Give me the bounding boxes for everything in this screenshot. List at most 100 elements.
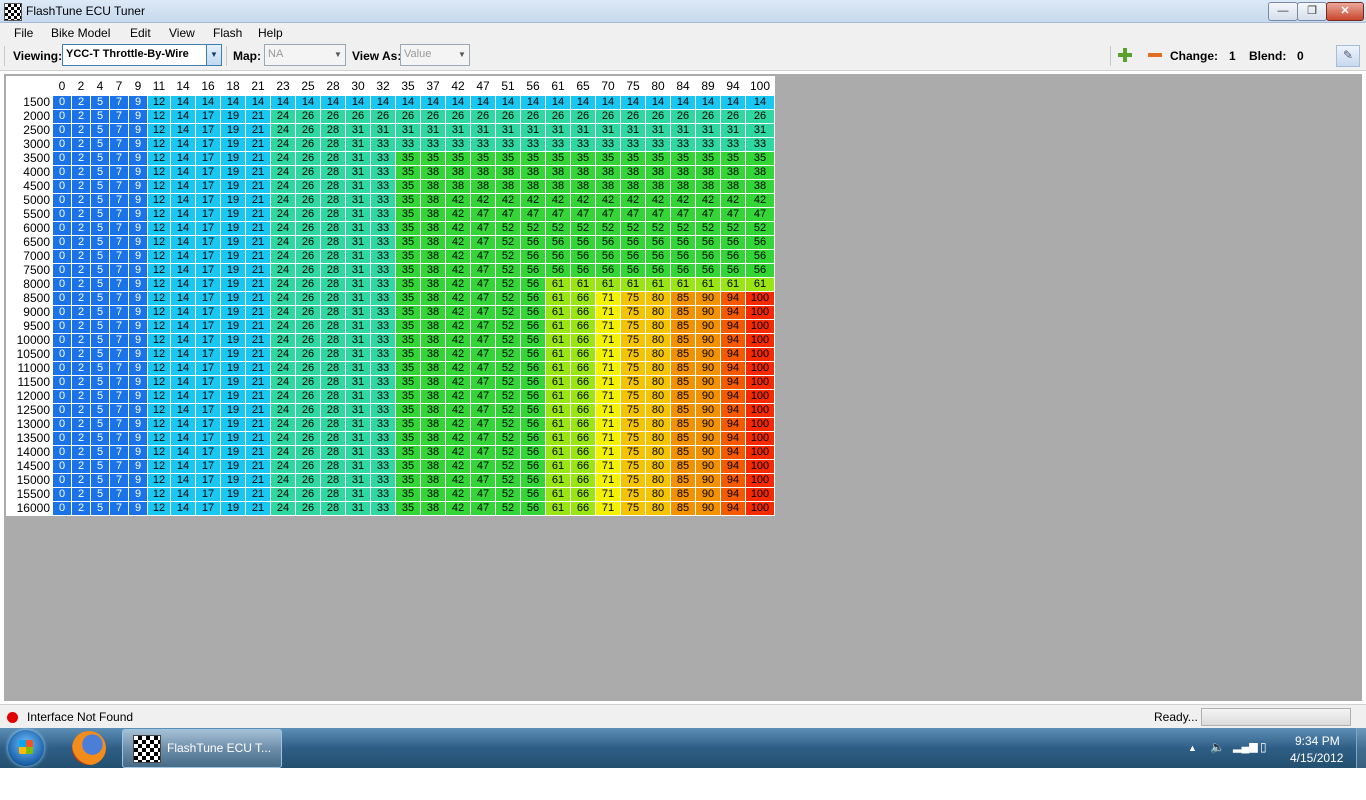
- map-cell[interactable]: 75: [620, 473, 646, 488]
- map-cell[interactable]: 56: [720, 249, 746, 264]
- map-cell[interactable]: 56: [745, 235, 775, 250]
- map-cell[interactable]: 0: [52, 179, 72, 194]
- column-header[interactable]: 37: [420, 76, 446, 96]
- row-header[interactable]: 15000: [6, 473, 53, 488]
- map-cell[interactable]: 14: [170, 235, 196, 250]
- map-cell[interactable]: 19: [220, 459, 246, 474]
- map-cell[interactable]: 75: [620, 417, 646, 432]
- map-cell[interactable]: 9: [128, 361, 148, 376]
- map-cell[interactable]: 5: [90, 445, 110, 460]
- map-cell[interactable]: 2: [71, 417, 91, 432]
- map-cell[interactable]: 100: [745, 305, 775, 320]
- map-cell[interactable]: 85: [670, 487, 696, 502]
- map-cell[interactable]: 31: [595, 123, 621, 138]
- map-cell[interactable]: 2: [71, 459, 91, 474]
- map-cell[interactable]: 28: [320, 389, 346, 404]
- map-cell[interactable]: 12: [147, 151, 171, 166]
- map-cell[interactable]: 94: [720, 389, 746, 404]
- row-header[interactable]: 7000: [6, 249, 53, 264]
- map-cell[interactable]: 7: [109, 459, 129, 474]
- map-cell[interactable]: 52: [495, 431, 521, 446]
- map-cell[interactable]: 35: [395, 305, 421, 320]
- map-cell[interactable]: 47: [470, 221, 496, 236]
- map-cell[interactable]: 2: [71, 375, 91, 390]
- map-cell[interactable]: 9: [128, 193, 148, 208]
- map-cell[interactable]: 38: [670, 179, 696, 194]
- map-cell[interactable]: 5: [90, 193, 110, 208]
- map-cell[interactable]: 31: [345, 473, 371, 488]
- map-cell[interactable]: 9: [128, 487, 148, 502]
- column-header[interactable]: 100: [745, 76, 775, 96]
- map-cell[interactable]: 31: [520, 123, 546, 138]
- chevron-down-icon[interactable]: ▼: [455, 45, 469, 65]
- map-cell[interactable]: 47: [470, 389, 496, 404]
- map-cell[interactable]: 24: [270, 235, 296, 250]
- map-cell[interactable]: 28: [320, 235, 346, 250]
- map-cell[interactable]: 38: [645, 179, 671, 194]
- map-cell[interactable]: 52: [495, 347, 521, 362]
- map-cell[interactable]: 47: [470, 445, 496, 460]
- map-cell[interactable]: 28: [320, 431, 346, 446]
- map-cell[interactable]: 85: [670, 417, 696, 432]
- map-cell[interactable]: 31: [745, 123, 775, 138]
- map-cell[interactable]: 14: [170, 137, 196, 152]
- map-cell[interactable]: 21: [245, 445, 271, 460]
- map-cell[interactable]: 17: [195, 459, 221, 474]
- map-cell[interactable]: 7: [109, 109, 129, 124]
- map-cell[interactable]: 7: [109, 417, 129, 432]
- map-cell[interactable]: 9: [128, 459, 148, 474]
- map-cell[interactable]: 2: [71, 473, 91, 488]
- map-cell[interactable]: 0: [52, 235, 72, 250]
- map-cell[interactable]: 26: [320, 109, 346, 124]
- map-cell[interactable]: 66: [570, 305, 596, 320]
- map-cell[interactable]: 21: [245, 431, 271, 446]
- map-cell[interactable]: 19: [220, 417, 246, 432]
- map-cell[interactable]: 31: [445, 123, 471, 138]
- map-cell[interactable]: 19: [220, 207, 246, 222]
- map-cell[interactable]: 31: [345, 417, 371, 432]
- map-cell[interactable]: 12: [147, 347, 171, 362]
- map-cell[interactable]: 38: [745, 165, 775, 180]
- map-cell[interactable]: 28: [320, 179, 346, 194]
- map-cell[interactable]: 52: [595, 221, 621, 236]
- map-cell[interactable]: 0: [52, 501, 72, 516]
- map-cell[interactable]: 14: [495, 95, 521, 110]
- map-cell[interactable]: 38: [595, 165, 621, 180]
- restore-button[interactable]: ❐: [1297, 2, 1327, 21]
- map-cell[interactable]: 7: [109, 123, 129, 138]
- map-cell[interactable]: 56: [520, 235, 546, 250]
- map-cell[interactable]: 35: [395, 151, 421, 166]
- map-cell[interactable]: 24: [270, 109, 296, 124]
- map-cell[interactable]: 31: [470, 123, 496, 138]
- map-cell[interactable]: 24: [270, 263, 296, 278]
- map-cell[interactable]: 42: [620, 193, 646, 208]
- map-cell[interactable]: 52: [495, 473, 521, 488]
- map-cell[interactable]: 7: [109, 305, 129, 320]
- map-cell[interactable]: 47: [470, 361, 496, 376]
- map-cell[interactable]: 56: [670, 235, 696, 250]
- map-cell[interactable]: 33: [370, 403, 396, 418]
- clock-time[interactable]: 9:34 PM: [1295, 734, 1340, 748]
- map-cell[interactable]: 90: [695, 487, 721, 502]
- map-cell[interactable]: 61: [545, 319, 571, 334]
- column-header[interactable]: 16: [195, 76, 221, 96]
- map-cell[interactable]: 0: [52, 375, 72, 390]
- map-cell[interactable]: 85: [670, 333, 696, 348]
- map-cell[interactable]: 52: [495, 389, 521, 404]
- map-cell[interactable]: 21: [245, 235, 271, 250]
- map-cell[interactable]: 31: [370, 123, 396, 138]
- map-cell[interactable]: 0: [52, 151, 72, 166]
- column-header[interactable]: 89: [695, 76, 721, 96]
- map-cell[interactable]: 19: [220, 277, 246, 292]
- map-cell[interactable]: 7: [109, 347, 129, 362]
- map-cell[interactable]: 75: [620, 333, 646, 348]
- map-cell[interactable]: 26: [720, 109, 746, 124]
- map-cell[interactable]: 5: [90, 501, 110, 516]
- map-cell[interactable]: 61: [695, 277, 721, 292]
- map-cell[interactable]: 31: [495, 123, 521, 138]
- map-cell[interactable]: 2: [71, 193, 91, 208]
- map-cell[interactable]: 42: [545, 193, 571, 208]
- map-cell[interactable]: 5: [90, 487, 110, 502]
- map-cell[interactable]: 14: [295, 95, 321, 110]
- map-cell[interactable]: 5: [90, 249, 110, 264]
